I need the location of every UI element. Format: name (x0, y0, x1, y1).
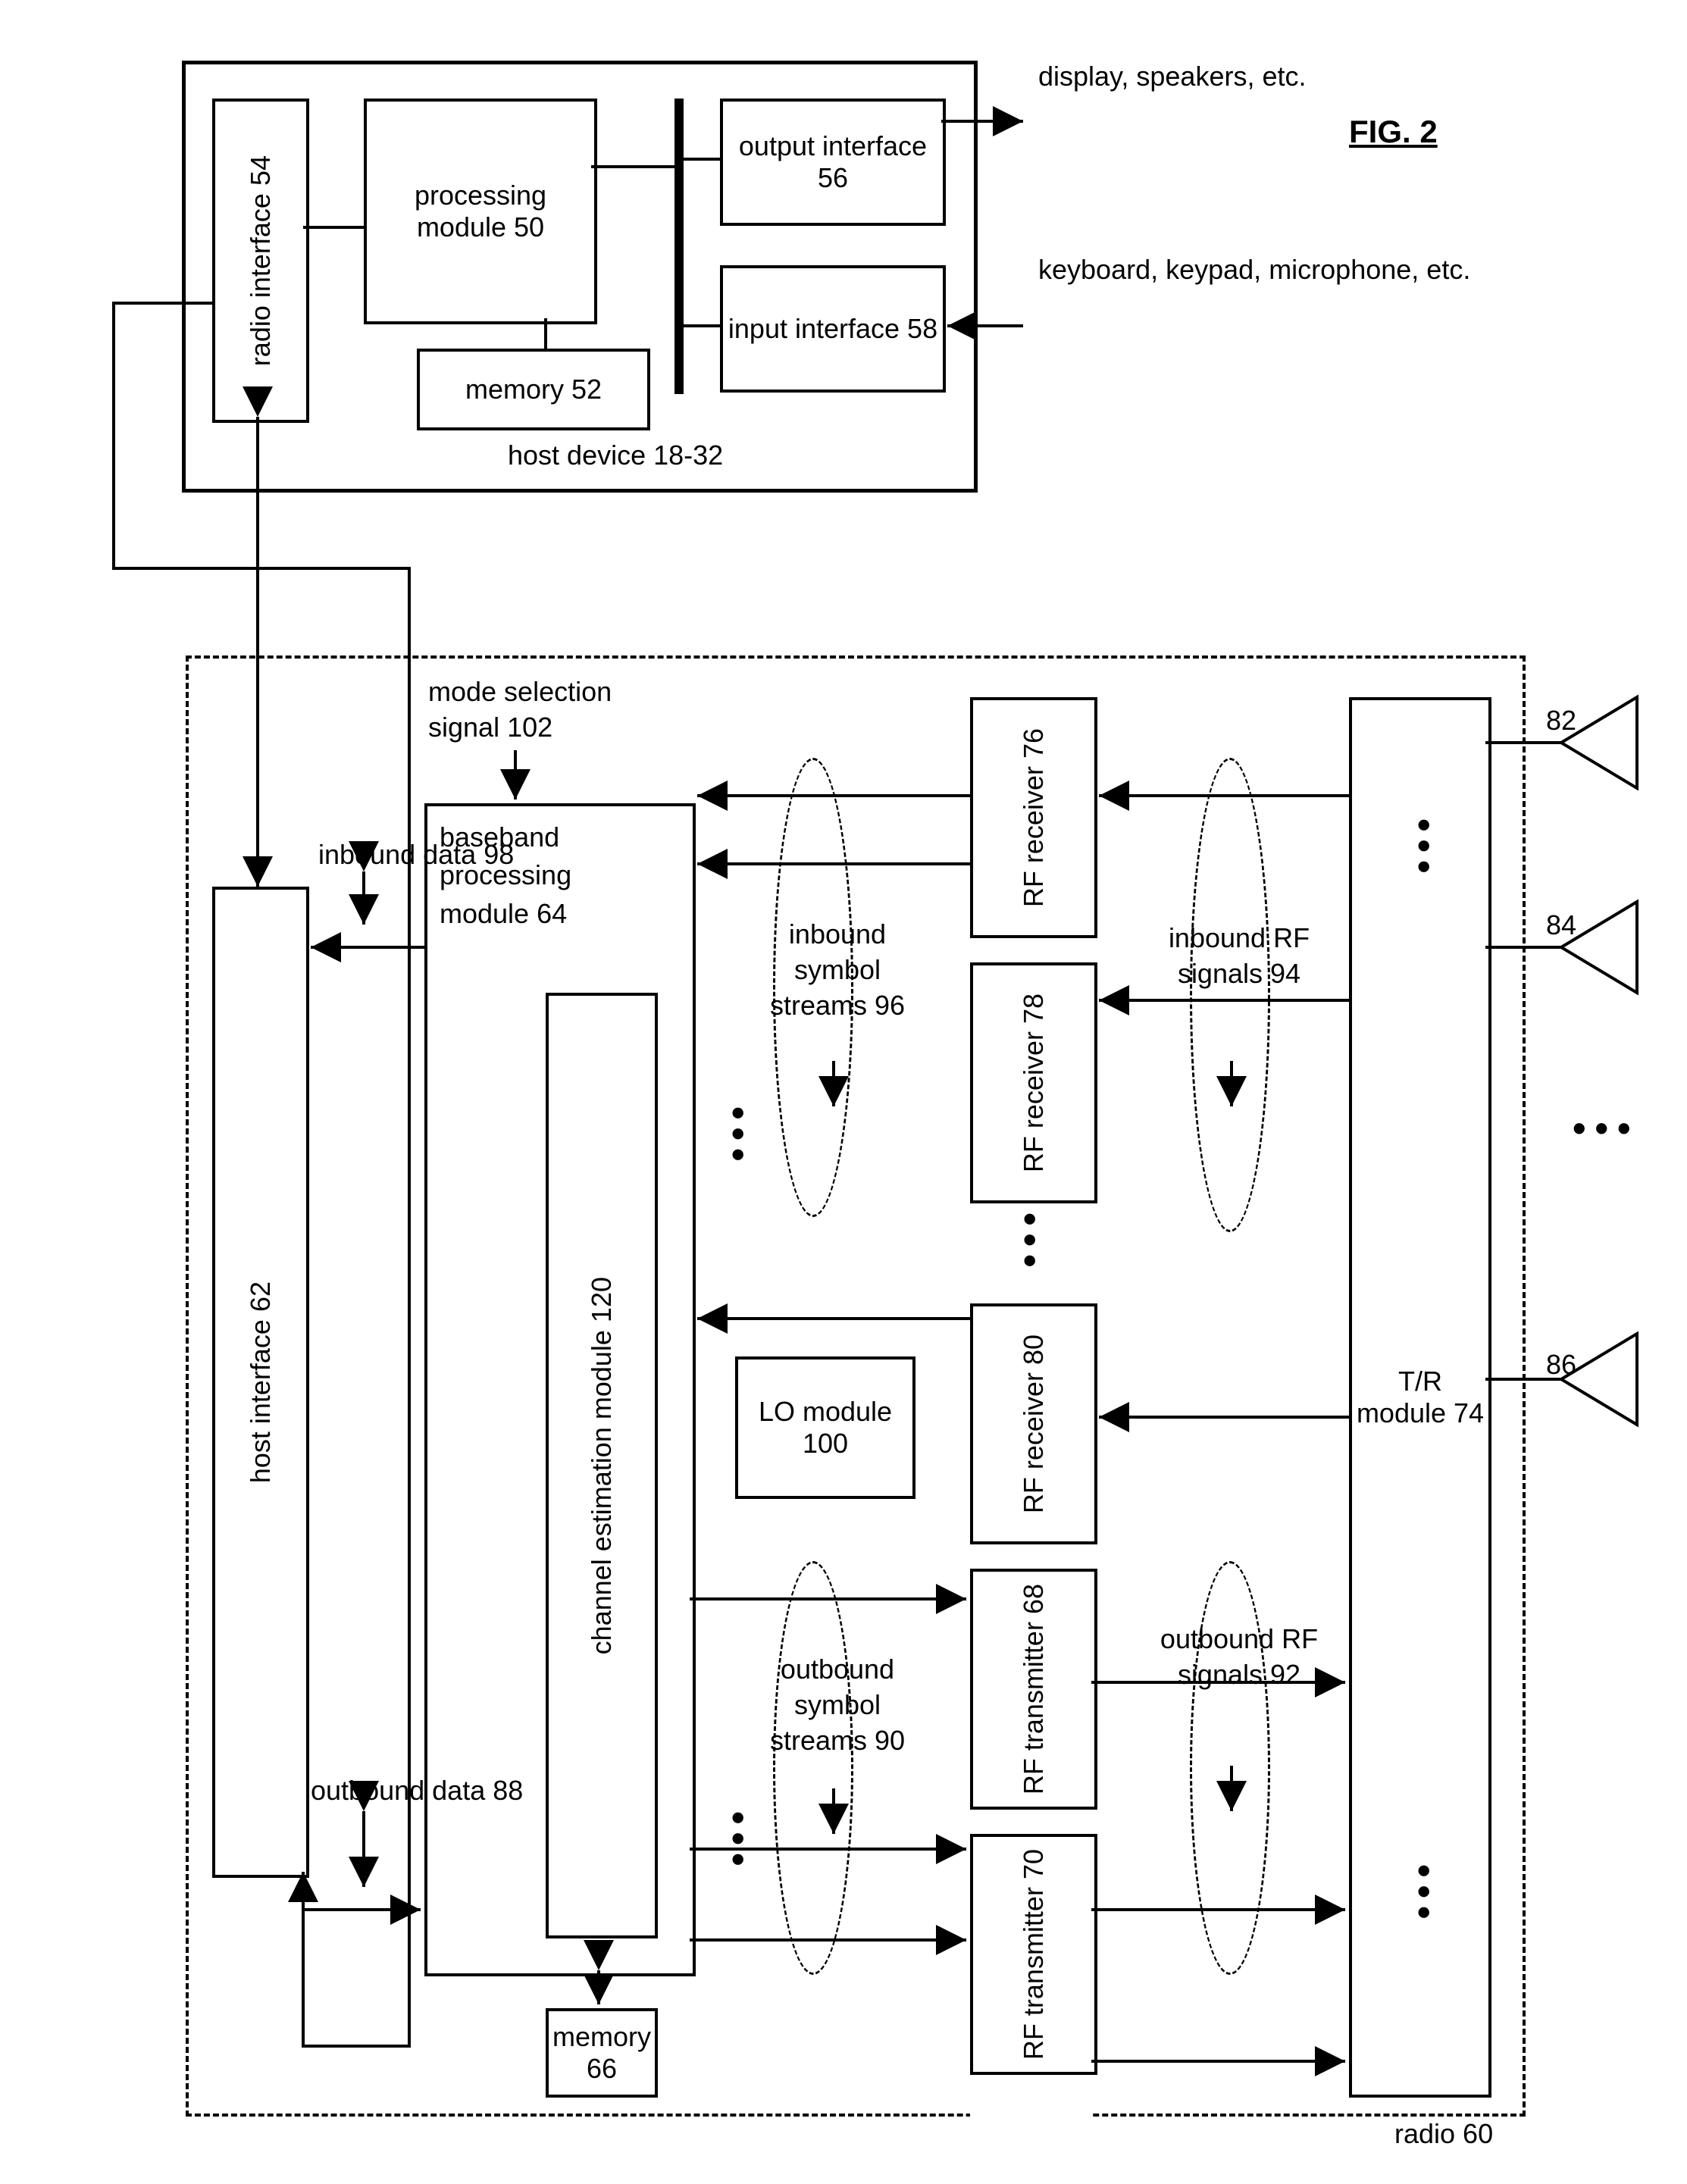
symbol-out-dots: ••• (716, 1811, 760, 1874)
outbound-rf-ellipse (1190, 1561, 1270, 1975)
channel-estimation-block: channel estimation module 120 (546, 993, 658, 1938)
rf-transmitter-70: RF transmitter 70 (970, 1834, 1097, 2075)
inbound-rf-ellipse (1190, 758, 1270, 1232)
symbol-in-dots: ••• (716, 1106, 760, 1169)
baseband-label: baseband processing module 64 (440, 818, 591, 933)
host-interface-block: host interface 62 (212, 887, 309, 1878)
input-interface-label: input interface 58 (728, 313, 937, 345)
tr-top-dots: ••• (1402, 818, 1446, 881)
antenna-82-label: 82 (1546, 705, 1576, 737)
radio-memory-block: memory 66 (546, 2008, 658, 2098)
output-external-label: display, speakers, etc. (1038, 61, 1307, 92)
host-device-label: host device 18-32 (508, 440, 723, 471)
input-interface-block: input interface 58 (720, 265, 946, 393)
channel-estimation-label: channel estimation module 120 (586, 1277, 618, 1654)
host-bus (674, 99, 684, 394)
rf-receiver-76-label: RF receiver 76 (1018, 728, 1050, 907)
outbound-symbol-ellipse (773, 1561, 853, 1975)
rf-receiver-76: RF receiver 76 (970, 697, 1097, 938)
radio-interface-label: radio interface 54 (245, 155, 277, 366)
inbound-symbol-ellipse (773, 758, 853, 1217)
lo-module-block: LO module 100 (735, 1356, 915, 1499)
host-memory-label: memory 52 (465, 374, 602, 405)
rf-transmitter-68-label: RF transmitter 68 (1018, 1584, 1050, 1794)
lo-module-label: LO module 100 (738, 1396, 912, 1460)
rf-receiver-80: RF receiver 80 (970, 1303, 1097, 1544)
host-memory-block: memory 52 (417, 349, 650, 430)
outbound-data-label: outbound data 88 (311, 1773, 523, 1809)
output-interface-label: output interface 56 (723, 130, 943, 194)
mode-selection-label: mode selection signal 102 (428, 674, 656, 746)
rf-receiver-78: RF receiver 78 (970, 962, 1097, 1203)
antenna-dots: ••• (1573, 1106, 1640, 1150)
radio-memory-label: memory 66 (549, 2021, 655, 2085)
receiver-dots: ••• (1008, 1212, 1052, 1275)
output-interface-block: output interface 56 (720, 99, 946, 226)
tr-module-label: T/R module 74 (1352, 1366, 1488, 1429)
processing-module-block: processing module 50 (364, 99, 597, 324)
inbound-data-label: inbound data 98 (318, 837, 514, 873)
antenna-86-label: 86 (1546, 1349, 1576, 1381)
rf-transmitter-68: RF transmitter 68 (970, 1569, 1097, 1810)
tr-bot-dots: ••• (1402, 1864, 1446, 1927)
processing-module-label: processing module 50 (367, 180, 594, 243)
antenna-84-label: 84 (1546, 909, 1576, 941)
radio-label: radio 60 (1394, 2118, 1493, 2150)
figure-title: FIG. 2 (1349, 114, 1438, 150)
rf-receiver-78-label: RF receiver 78 (1018, 993, 1050, 1172)
radio-interface-block: radio interface 54 (212, 99, 309, 423)
rf-transmitter-70-label: RF transmitter 70 (1018, 1849, 1050, 2060)
host-interface-label: host interface 62 (245, 1281, 277, 1483)
rf-transmitter-72-placeholder (970, 2076, 1091, 2152)
rf-receiver-80-label: RF receiver 80 (1018, 1334, 1050, 1513)
input-external-label: keyboard, keypad, microphone, etc. (1038, 254, 1470, 286)
